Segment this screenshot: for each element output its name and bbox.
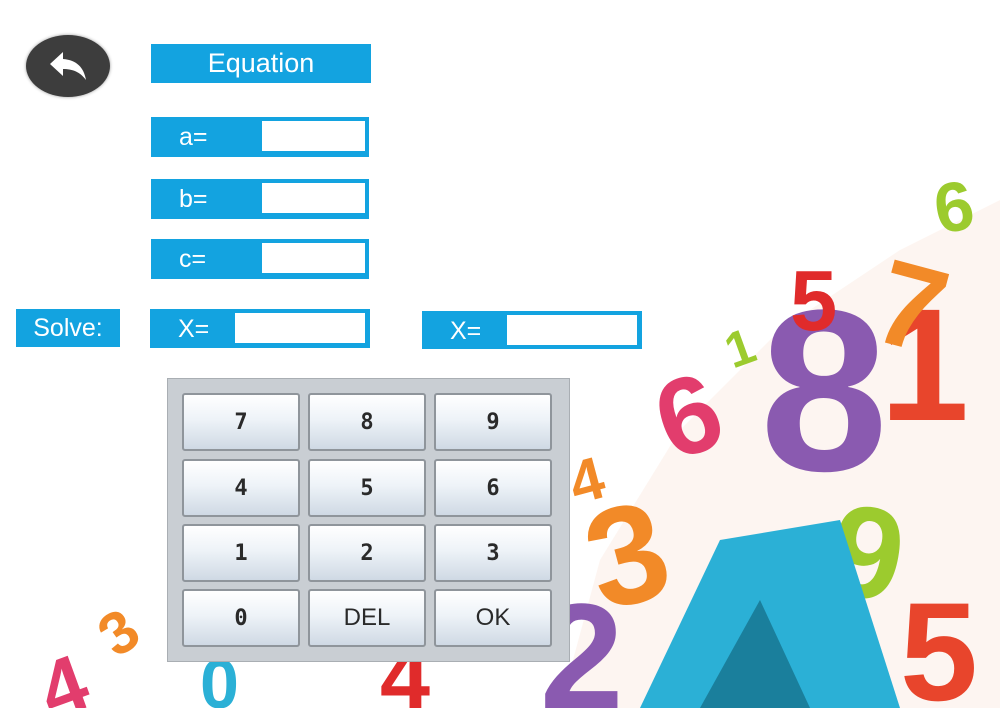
svg-text:4: 4 bbox=[27, 637, 100, 708]
coefficient-b-row: b= bbox=[151, 179, 369, 219]
coefficient-a-input[interactable] bbox=[262, 121, 365, 151]
ok-button[interactable]: OK bbox=[434, 589, 552, 647]
key-5[interactable]: 5 bbox=[308, 459, 426, 517]
coefficient-c-input[interactable] bbox=[262, 243, 365, 273]
solve-button[interactable]: Solve: bbox=[16, 309, 120, 347]
solution-x1-output bbox=[235, 313, 365, 343]
coefficient-a-label: a= bbox=[179, 123, 208, 151]
key-7[interactable]: 7 bbox=[182, 393, 300, 451]
svg-text:5: 5 bbox=[900, 573, 978, 708]
solution-x2-row: X= bbox=[422, 311, 642, 349]
solution-x1-label: X= bbox=[178, 315, 210, 343]
key-6[interactable]: 6 bbox=[434, 459, 552, 517]
key-0[interactable]: 0 bbox=[182, 589, 300, 647]
key-2[interactable]: 2 bbox=[308, 524, 426, 582]
page-title: Equation bbox=[151, 44, 371, 83]
coefficient-c-row: c= bbox=[151, 239, 369, 279]
key-3[interactable]: 3 bbox=[434, 524, 552, 582]
svg-text:3: 3 bbox=[86, 596, 152, 670]
coefficient-a-row: a= bbox=[151, 117, 369, 157]
back-button[interactable] bbox=[26, 35, 110, 97]
solution-x2-output bbox=[507, 315, 637, 345]
coefficient-b-input[interactable] bbox=[262, 183, 365, 213]
key-4[interactable]: 4 bbox=[182, 459, 300, 517]
svg-text:1: 1 bbox=[717, 317, 762, 379]
key-8[interactable]: 8 bbox=[308, 393, 426, 451]
coefficient-b-label: b= bbox=[179, 185, 208, 213]
key-1[interactable]: 1 bbox=[182, 524, 300, 582]
numeric-keypad: 7 8 9 4 5 6 1 2 3 0 DEL OK bbox=[167, 378, 570, 662]
key-9[interactable]: 9 bbox=[434, 393, 552, 451]
solution-x2-label: X= bbox=[450, 317, 482, 345]
solution-x1-row: X= bbox=[150, 309, 370, 348]
svg-text:5: 5 bbox=[790, 254, 837, 349]
delete-button[interactable]: DEL bbox=[308, 589, 426, 647]
coefficient-c-label: c= bbox=[179, 245, 207, 273]
back-arrow-icon bbox=[50, 52, 86, 80]
